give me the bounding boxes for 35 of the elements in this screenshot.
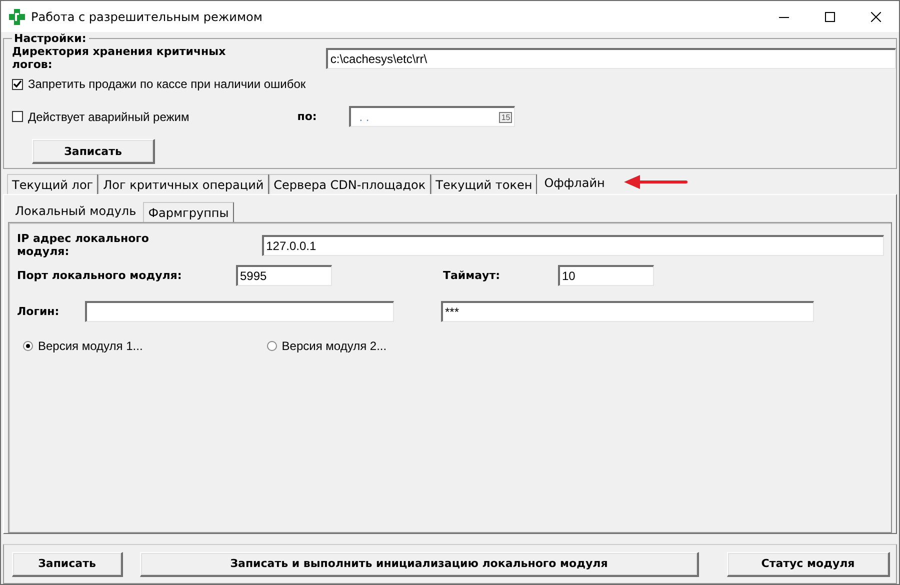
cross-icon: [9, 8, 25, 24]
field-label: Таймаут:: [443, 268, 501, 282]
window-title: Работа с разрешительным режимом: [31, 10, 262, 24]
field-label: IP адрес локального модуля:: [17, 232, 150, 258]
field-label: Логин:: [17, 304, 60, 318]
password-field[interactable]: ***: [441, 300, 814, 322]
ip-field[interactable]: 127.0.0.1: [262, 234, 884, 256]
arrow: [624, 175, 688, 189]
save-button[interactable]: Записать: [32, 139, 155, 164]
field-label: Порт локального модуля:: [17, 268, 183, 282]
close-icon: [871, 12, 881, 22]
maximize-icon: [825, 12, 835, 22]
action-button[interactable]: Статус модуля: [727, 552, 890, 576]
checkbox[interactable]: Действует аварийный режим: [12, 108, 190, 124]
field-label: по:: [297, 110, 318, 123]
calendar-button[interactable]: 15: [499, 112, 512, 122]
port-field[interactable]: 5995: [236, 264, 332, 286]
tab[interactable]: Текущий токен: [430, 174, 538, 194]
group-title: Настройки:: [12, 32, 90, 45]
tab[interactable]: Сервера CDN-площадок: [268, 174, 431, 194]
path-field[interactable]: c:\cachesys\etc\rr\: [326, 48, 896, 68]
radio-button[interactable]: Версия модуля 2...: [266, 339, 387, 353]
date-value: . .: [359, 110, 370, 124]
tab[interactable]: Лог критичных операций: [98, 174, 269, 194]
action-button[interactable]: Записать и выполнить инициализацию локального модуля: [140, 552, 699, 576]
radio-button[interactable]: Версия модуля 1...: [23, 339, 143, 353]
login-field[interactable]: [85, 300, 394, 322]
field-label: Директория хранения критичных логов:: [12, 45, 227, 71]
checkbox[interactable]: Запретить продажи по кассе при наличии ошибок: [12, 76, 306, 92]
tab[interactable]: Текущий лог: [7, 174, 98, 194]
tab[interactable]: Фармгруппы: [143, 202, 234, 222]
check-icon: [13, 80, 22, 88]
date-field[interactable]: . . 15: [349, 106, 516, 127]
timeout-field[interactable]: 10: [558, 264, 654, 286]
action-button[interactable]: Записать: [12, 552, 123, 576]
